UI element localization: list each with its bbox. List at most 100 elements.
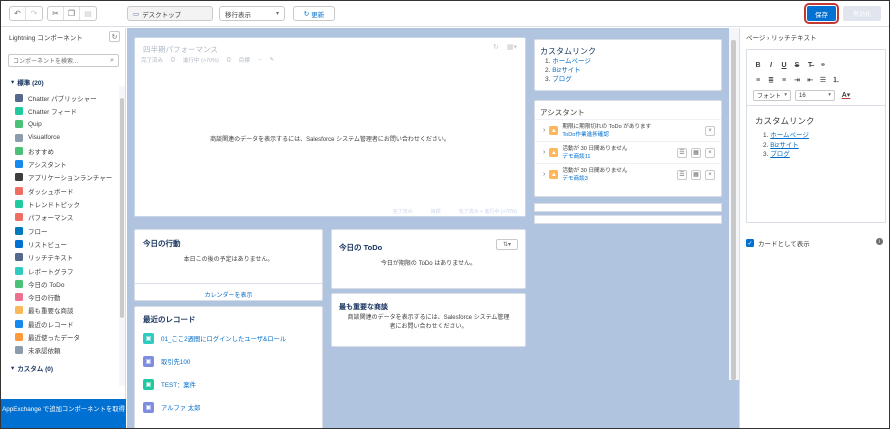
rte-link[interactable]: Bizサイト: [770, 142, 799, 149]
italic-icon[interactable]: I: [766, 60, 776, 70]
recent-records-card[interactable]: 最近のレコード ▣ 01_ここ2週間にログインしたユーザ&ロール ▣ 取引先100 ▣ T…: [134, 306, 323, 428]
settings-icon[interactable]: ▦▾: [507, 43, 517, 51]
rich-text-editor[interactable]: B I U S T̶ ⚭ ≡ ≣ ≡ ⇥ ⇤ ☰ ⒈ フォント ▾ 16 ▾ A…: [746, 49, 886, 223]
key-deals-card[interactable]: 最も重要な商談 商談関連のデータを表示するには、Salesforce システム管…: [331, 293, 526, 347]
component-item[interactable]: Quip: [1, 118, 125, 131]
component-item[interactable]: アプリケーションランチャー: [1, 171, 125, 184]
refresh-icon[interactable]: ↻: [493, 43, 499, 51]
font-color-icon[interactable]: A▾: [839, 90, 853, 100]
recent-record-link[interactable]: 取引先100: [161, 357, 190, 366]
recent-record-item[interactable]: ▣ TEST：案件: [143, 373, 318, 396]
view-calendar-link[interactable]: カレンダーを表示: [135, 290, 322, 299]
checkbox-checked-icon[interactable]: ✓: [746, 239, 754, 247]
chevron-right-icon[interactable]: ›: [543, 149, 545, 156]
activate-button[interactable]: 有効化: [843, 6, 881, 21]
align-left-icon[interactable]: ≡: [753, 75, 763, 85]
refresh-components-icon[interactable]: ↻: [109, 31, 120, 42]
font-select[interactable]: フォント ▾: [753, 90, 791, 101]
component-item[interactable]: パフォーマンス: [1, 211, 125, 224]
custom-link[interactable]: Bizサイト: [552, 67, 581, 74]
undo-icon[interactable]: ↶: [10, 7, 26, 20]
recent-record-item[interactable]: ▣ 01_ここ2週間にログインしたユーザ&ロール: [143, 327, 318, 350]
assistant-item-link[interactable]: ToDo作業進捗確認: [562, 131, 701, 139]
rte-link[interactable]: ホームページ: [770, 132, 809, 139]
component-item[interactable]: 未承認依頼: [1, 344, 125, 357]
size-select[interactable]: 16 ▾: [795, 90, 835, 101]
recent-record-item[interactable]: ▣ アルファ 太郎: [143, 396, 318, 419]
new-event-icon[interactable]: ▦: [691, 169, 701, 180]
assistant-card[interactable]: アシスタント › ▲ 期限に期限切れの ToDo があります ToDo作業進捗確認 × ›…: [534, 100, 722, 197]
clear-format-icon[interactable]: T̶: [805, 60, 815, 70]
performance-card[interactable]: 四半期パフォーマンス ↻ ▦▾ 完了済み 0 進行中 (>70%) 0 目標 -…: [134, 37, 526, 217]
component-item[interactable]: 今日の行動: [1, 290, 125, 303]
assistant-item[interactable]: › ▲ 活動が 30 日間ありません デモ商談11 ☰ ▦ ×: [535, 141, 721, 163]
recent-record-item[interactable]: ▣ 取引先100: [143, 350, 318, 373]
component-item[interactable]: 今日の ToDo: [1, 277, 125, 290]
chevron-right-icon[interactable]: ›: [543, 127, 545, 134]
component-item[interactable]: アシスタント: [1, 157, 125, 170]
number-list-icon[interactable]: ⒈: [831, 75, 841, 85]
close-icon[interactable]: ×: [705, 125, 715, 136]
component-item[interactable]: おすすめ: [1, 144, 125, 157]
new-event-icon[interactable]: ▦: [691, 147, 701, 158]
chevron-right-icon[interactable]: ›: [543, 171, 545, 178]
recent-record-link[interactable]: TEST：案件: [161, 380, 196, 389]
info-icon[interactable]: i: [876, 238, 883, 245]
close-icon[interactable]: ×: [705, 147, 715, 158]
custom-links-card[interactable]: カスタムリンク 1. ホームページ 2. Bizサイト 3. ブログ: [534, 39, 722, 91]
components-scrollbar[interactable]: [119, 86, 125, 386]
component-item[interactable]: Chatter パブリッシャー: [1, 91, 125, 104]
link-icon[interactable]: ⚭: [818, 60, 828, 70]
align-right-icon[interactable]: ≡: [779, 75, 789, 85]
rte-link[interactable]: ブログ: [770, 151, 790, 158]
component-item[interactable]: 最近使ったデータ: [1, 330, 125, 343]
underline-icon[interactable]: U: [779, 60, 789, 70]
redo-icon[interactable]: ↷: [26, 7, 42, 20]
component-item[interactable]: レポートグラフ: [1, 264, 125, 277]
bullet-list-icon[interactable]: ☰: [818, 75, 828, 85]
assistant-item-link[interactable]: デモ商談3: [562, 175, 673, 183]
component-item[interactable]: リストビュー: [1, 237, 125, 250]
close-icon[interactable]: ×: [705, 169, 715, 180]
component-item[interactable]: フロー: [1, 224, 125, 237]
standard-section-toggle[interactable]: ▾ 標準 (20): [1, 77, 125, 87]
custom-section-toggle[interactable]: ▾ カスタム (0): [1, 363, 125, 373]
appexchange-button[interactable]: AppExchange で追加コンポーネントを取得: [1, 399, 126, 428]
component-search-input[interactable]: コンポーネントを検索... ⌕: [8, 54, 119, 67]
component-item[interactable]: Chatter フィード: [1, 104, 125, 117]
custom-link[interactable]: ブログ: [552, 76, 572, 83]
bold-icon[interactable]: B: [753, 60, 763, 70]
strikethrough-icon[interactable]: S: [792, 60, 802, 70]
save-button[interactable]: 保存: [804, 3, 839, 24]
today-todo-card[interactable]: 今日の ToDo ⇅▾ 今日が期限の ToDo はありません。: [331, 229, 526, 289]
assistant-item[interactable]: › ▲ 期限に期限切れの ToDo があります ToDo作業進捗確認 ×: [535, 119, 721, 141]
align-center-icon[interactable]: ≣: [766, 75, 776, 85]
assistant-item-link[interactable]: デモ商談11: [562, 153, 673, 161]
card-toggle[interactable]: ✓ カードとして表示: [746, 238, 810, 248]
device-select[interactable]: ▭ デスクトップ: [127, 6, 213, 21]
today-events-card[interactable]: 今日の行動 本日この後の予定はありません。 カレンダーを表示: [134, 229, 323, 301]
rte-content-title[interactable]: カスタムリンク: [755, 115, 815, 127]
empty-region-1[interactable]: [534, 203, 722, 212]
paste-icon[interactable]: ▤: [80, 7, 96, 20]
outdent-icon[interactable]: ⇤: [805, 75, 815, 85]
component-item[interactable]: 最近のレコード: [1, 317, 125, 330]
component-item[interactable]: トレンドトピック: [1, 197, 125, 210]
copy-icon[interactable]: ❐: [64, 7, 80, 20]
cut-icon[interactable]: ✂: [48, 7, 64, 20]
canvas-scrollbar[interactable]: [729, 28, 739, 380]
component-item[interactable]: 最も重要な商談: [1, 304, 125, 317]
todo-filter-button[interactable]: ⇅▾: [496, 239, 518, 250]
recent-record-link[interactable]: 01_ここ2週間にログインしたユーザ&ロール: [161, 334, 286, 343]
new-task-icon[interactable]: ☰: [677, 147, 687, 158]
assistant-item[interactable]: › ▲ 活動が 30 日間ありません デモ商談3 ☰ ▦ ×: [535, 163, 721, 185]
indent-icon[interactable]: ⇥: [792, 75, 802, 85]
component-item[interactable]: Visualforce: [1, 131, 125, 144]
recent-record-link[interactable]: アルファ 太郎: [161, 403, 200, 412]
edit-goal-icon[interactable]: ✎: [269, 57, 274, 63]
component-item[interactable]: ダッシュボード: [1, 184, 125, 197]
component-item[interactable]: リッチテキスト: [1, 251, 125, 264]
refresh-button[interactable]: ↻ 更新: [293, 6, 335, 21]
custom-link[interactable]: ホームページ: [552, 58, 591, 65]
empty-region-2[interactable]: [534, 215, 722, 224]
